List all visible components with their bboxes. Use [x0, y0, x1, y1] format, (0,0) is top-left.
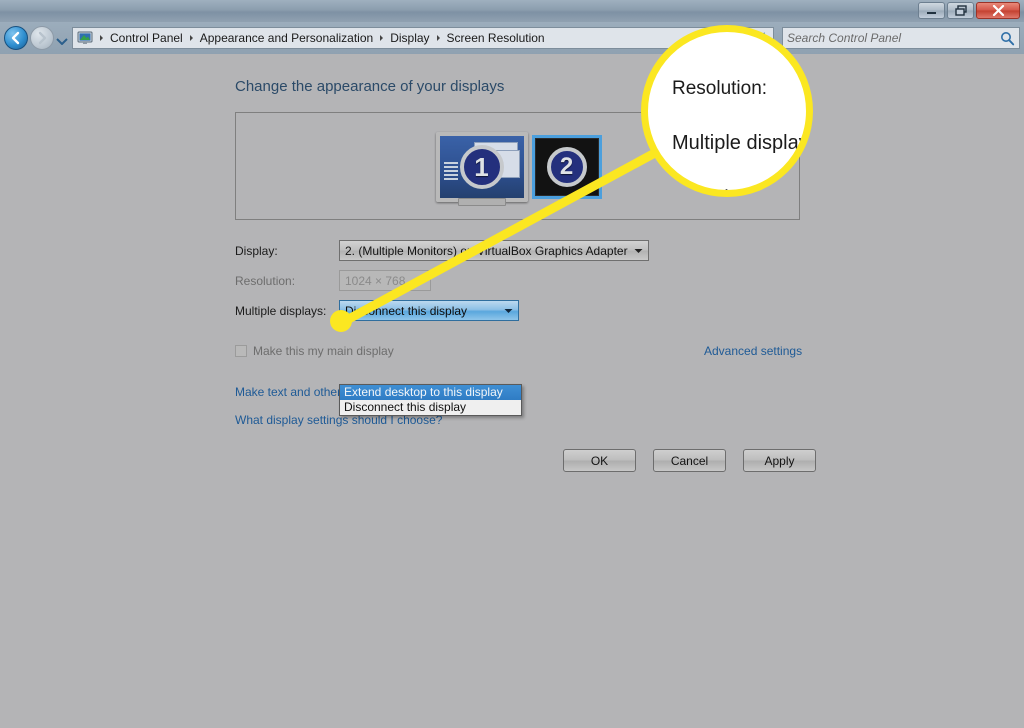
dropdown-option-extend[interactable]: Extend desktop to this display	[340, 385, 521, 400]
monitor-2-number: 2	[546, 147, 587, 187]
monitor-1-number: 1	[459, 145, 504, 189]
display-label: Display:	[235, 244, 278, 258]
close-icon	[992, 5, 1004, 16]
recent-pages-button[interactable]	[56, 34, 68, 46]
main-content: Change the appearance of your displays 1…	[0, 54, 1024, 728]
chevron-down-icon	[412, 278, 428, 284]
magnified-multiple-displays-label: Multiple displays:	[672, 132, 813, 154]
resolution-label: Resolution:	[235, 274, 296, 288]
chevron-down-icon	[56, 38, 68, 46]
monitor-2[interactable]: 2	[531, 135, 602, 199]
apply-button[interactable]: Apply	[743, 449, 816, 472]
minimize-icon	[927, 12, 936, 14]
display-row: Display: 2. (Multiple Monitors) on Virtu…	[235, 240, 805, 270]
breadcrumb-separator	[186, 34, 197, 42]
chevron-down-icon	[630, 248, 646, 254]
resolution-select: 1024 × 768	[339, 270, 431, 291]
page-title: Change the appearance of your displays	[235, 78, 505, 95]
restore-icon	[954, 5, 967, 16]
display-select-value: 2. (Multiple Monitors) on VirtualBox Gra…	[345, 243, 628, 258]
breadcrumb-separator	[96, 34, 107, 42]
search-icon	[1001, 31, 1015, 45]
mini-taskbar-icons	[443, 162, 458, 184]
resolution-select-value: 1024 × 768	[345, 273, 406, 288]
maximize-button[interactable]	[947, 2, 974, 19]
main-display-checkbox-label: Make this my main display	[253, 344, 394, 358]
control-panel-window: Control Panel Appearance and Personaliza…	[0, 0, 1024, 728]
cancel-button[interactable]: Cancel	[653, 449, 726, 472]
search-placeholder: Search Control Panel	[787, 31, 902, 45]
navigation-bar: Control Panel Appearance and Personaliza…	[0, 22, 1024, 54]
advanced-settings-link[interactable]: Advanced settings	[704, 344, 802, 358]
breadcrumb-separator	[376, 34, 387, 42]
multiple-displays-dropdown-list[interactable]: Extend desktop to this display Disconnec…	[339, 384, 522, 416]
magnified-resolution-label: Resolution:	[672, 78, 768, 99]
forward-arrow-icon	[38, 31, 47, 45]
back-button[interactable]	[4, 26, 28, 50]
breadcrumb-control-panel[interactable]: Control Panel	[107, 30, 186, 46]
multiple-displays-label: Multiple displays:	[235, 304, 327, 318]
minimize-button[interactable]	[918, 2, 945, 19]
main-display-checkbox-row: Make this my main display	[235, 344, 394, 358]
breadcrumb-screen-resolution[interactable]: Screen Resolution	[444, 30, 548, 46]
breadcrumb-display[interactable]: Display	[387, 30, 432, 46]
window-controls	[918, 2, 1020, 19]
address-bar[interactable]: Control Panel Appearance and Personaliza…	[72, 27, 774, 49]
dialog-buttons: OK Cancel Apply	[563, 449, 816, 472]
forward-button[interactable]	[30, 26, 54, 50]
display-select[interactable]: 2. (Multiple Monitors) on VirtualBox Gra…	[339, 240, 649, 261]
dropdown-option-disconnect[interactable]: Disconnect this display	[340, 400, 521, 415]
monitor-1[interactable]: 1	[435, 132, 528, 206]
monitor-1-stand	[457, 198, 506, 206]
back-arrow-icon	[11, 31, 20, 45]
control-panel-monitor-icon	[77, 31, 93, 44]
close-button[interactable]	[976, 2, 1020, 19]
title-bar	[0, 0, 1024, 23]
breadcrumb-appearance[interactable]: Appearance and Personalization	[197, 30, 376, 46]
multiple-displays-select-value: Disconnect this display	[345, 303, 468, 318]
resolution-row: Resolution: 1024 × 768	[235, 270, 805, 300]
search-input[interactable]: Search Control Panel	[782, 27, 1020, 49]
breadcrumb-separator	[433, 34, 444, 42]
ok-button[interactable]: OK	[563, 449, 636, 472]
magnifier-callout: Resolution: Multiple displays: Make this…	[641, 25, 813, 197]
multiple-displays-select[interactable]: Disconnect this display	[339, 300, 519, 321]
display-settings-form: Display: 2. (Multiple Monitors) on Virtu…	[235, 240, 805, 330]
chevron-down-icon	[500, 308, 516, 314]
multiple-displays-row: Multiple displays: Disconnect this displ…	[235, 300, 805, 330]
main-display-checkbox	[235, 345, 247, 357]
